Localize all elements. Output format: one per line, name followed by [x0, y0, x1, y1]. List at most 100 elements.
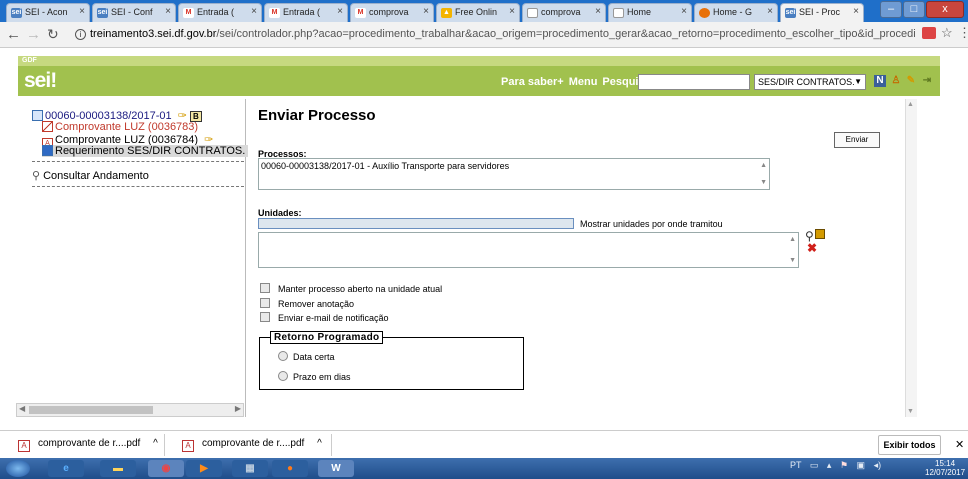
firefox-taskbar-icon[interactable]: ●: [272, 460, 308, 477]
remover-anotacao-option[interactable]: Remover anotação: [260, 298, 354, 309]
unidades-list[interactable]: ▲ ▼: [258, 232, 799, 268]
user-icon[interactable]: ♙: [890, 75, 902, 87]
close-tab-icon[interactable]: ×: [79, 6, 85, 17]
maximize-window-button[interactable]: □: [903, 1, 925, 18]
tray-arrow-icon[interactable]: ▴: [827, 460, 832, 470]
unidades-input[interactable]: [258, 218, 574, 229]
close-icon[interactable]: ✕: [955, 438, 964, 451]
browser-tab[interactable]: comprova ×: [522, 3, 606, 22]
select-group-icon[interactable]: [815, 229, 825, 239]
tree-document-item-selected[interactable]: Requerimento SES/DIR CONTRATOS.: [42, 145, 249, 157]
browser-tab-label: comprova: [541, 7, 581, 17]
scroll-up-icon[interactable]: ▲: [760, 162, 767, 169]
download-item[interactable]: Acomprovante de r....pdf ^: [18, 438, 158, 452]
scrollbar-thumb[interactable]: [29, 406, 153, 414]
ie-taskbar-icon[interactable]: e: [48, 460, 84, 477]
vertical-scrollbar[interactable]: ▲ ▼: [905, 99, 917, 417]
manter-aberto-option[interactable]: Manter processo aberto na unidade atual: [260, 283, 442, 294]
enviar-email-option[interactable]: Enviar e-mail de notificação: [260, 312, 389, 323]
tree-document-item[interactable]: Comprovante LUZ (0036783): [42, 121, 198, 133]
menu-dots-icon[interactable]: ⋮: [958, 25, 968, 41]
cancelled-doc-icon: [42, 121, 53, 132]
scroll-down-icon[interactable]: ▼: [760, 179, 767, 186]
close-tab-icon[interactable]: ×: [337, 6, 343, 17]
close-tab-icon[interactable]: ×: [509, 6, 515, 17]
enviar-button[interactable]: Enviar: [834, 132, 880, 148]
prazo-em-dias-option[interactable]: Prazo em dias: [278, 371, 351, 382]
clock[interactable]: 15:14 12/07/2017: [925, 459, 965, 477]
extension-icon[interactable]: [922, 27, 936, 39]
notes-icon[interactable]: N: [874, 75, 886, 87]
checkbox[interactable]: [260, 283, 270, 293]
browser-tab[interactable]: M comprova ×: [350, 3, 434, 22]
close-window-button[interactable]: x: [926, 1, 964, 18]
keyboard-icon[interactable]: ▭: [810, 460, 819, 470]
browser-tab-strip: sei SEI - Acon × sei SEI - Conf × M Entr…: [0, 0, 968, 22]
close-tab-icon[interactable]: ×: [423, 6, 429, 17]
info-icon[interactable]: i: [75, 29, 86, 40]
scroll-left-icon[interactable]: ◀: [19, 404, 25, 413]
browser-tab[interactable]: M Entrada ( ×: [178, 3, 262, 22]
language-indicator[interactable]: PT: [790, 460, 801, 470]
browser-tab[interactable]: sei SEI - Acon ×: [6, 3, 90, 22]
close-tab-icon[interactable]: ×: [165, 6, 171, 17]
chrome-taskbar-icon[interactable]: ◉: [148, 460, 184, 477]
checkbox[interactable]: [260, 312, 270, 322]
consultar-andamento-link[interactable]: ⚲ Consultar Andamento: [32, 169, 149, 182]
browser-tab[interactable]: sei SEI - Conf ×: [92, 3, 176, 22]
search-input[interactable]: [638, 74, 750, 90]
download-label: comprovante de r....pdf: [202, 438, 305, 449]
download-item[interactable]: Acomprovante de r....pdf ^: [182, 438, 322, 452]
unit-select[interactable]: SES/DIR CONTRATOS. ▼: [754, 74, 866, 90]
show-all-downloads-button[interactable]: Exibir todos: [878, 435, 941, 455]
volume-icon[interactable]: ◂): [874, 460, 882, 470]
folder-taskbar-icon[interactable]: ▬: [100, 460, 136, 477]
chevron-down-icon: ▼: [854, 77, 862, 86]
close-tab-icon[interactable]: ×: [251, 6, 257, 17]
chevron-up-icon[interactable]: ^: [317, 438, 322, 449]
start-button[interactable]: [6, 460, 30, 477]
radio-button[interactable]: [278, 351, 288, 361]
minimize-window-button[interactable]: –: [880, 1, 902, 18]
scroll-up-icon[interactable]: ▲: [907, 101, 914, 108]
scroll-down-icon[interactable]: ▼: [789, 257, 796, 264]
close-tab-icon[interactable]: ×: [595, 6, 601, 17]
browser-tab[interactable]: Home - G ×: [694, 3, 778, 22]
browser-tab[interactable]: Home ×: [608, 3, 692, 22]
network-icon[interactable]: ▣: [857, 460, 866, 470]
scroll-right-icon[interactable]: ▶: [235, 404, 241, 413]
reload-icon[interactable]: ↻: [47, 26, 59, 43]
close-tab-icon[interactable]: ×: [853, 6, 859, 17]
media-taskbar-icon[interactable]: ▶: [186, 460, 222, 477]
flag-icon[interactable]: ⚑: [840, 460, 848, 470]
browser-tab-active[interactable]: sei SEI - Proc ×: [780, 3, 864, 22]
data-certa-option[interactable]: Data certa: [278, 351, 335, 362]
para-saber-link[interactable]: Para saber+: [501, 76, 564, 88]
menu-link[interactable]: Menu: [569, 76, 598, 88]
remove-unidade-icon[interactable]: ✖: [807, 241, 817, 255]
browser-tab[interactable]: ▲ Free Onlin ×: [436, 3, 520, 22]
retorno-programado-group: Retorno Programado Data certa Prazo em d…: [259, 331, 524, 390]
radio-button[interactable]: [278, 371, 288, 381]
close-tab-icon[interactable]: ×: [767, 6, 773, 17]
bookmark-star-icon[interactable]: ☆: [941, 25, 953, 41]
checkbox[interactable]: [260, 298, 270, 308]
tools-icon[interactable]: ✎: [905, 75, 917, 87]
scroll-up-icon[interactable]: ▲: [789, 236, 796, 243]
close-tab-icon[interactable]: ×: [681, 6, 687, 17]
sei-logo[interactable]: sei!: [24, 69, 57, 93]
processos-list[interactable]: 00060-00003138/2017-01 - Auxílio Transpo…: [258, 158, 770, 190]
back-icon[interactable]: ←: [6, 26, 21, 43]
url-field[interactable]: i treinamento3.sei.df.gov.br/sei/controla…: [75, 25, 915, 44]
chevron-up-icon[interactable]: ^: [153, 438, 158, 449]
mostrar-unidades-link[interactable]: Mostrar unidades por onde tramitou: [580, 219, 723, 229]
scroll-down-icon[interactable]: ▼: [907, 408, 914, 415]
calculator-taskbar-icon[interactable]: ▦: [232, 460, 268, 477]
tree-document-label: Comprovante LUZ (0036783): [55, 121, 199, 133]
forward-icon[interactable]: →: [26, 26, 41, 43]
word-taskbar-icon[interactable]: W: [318, 460, 354, 477]
exit-icon[interactable]: ⇥: [921, 75, 933, 87]
document-favicon-icon: [527, 8, 538, 18]
horizontal-scrollbar[interactable]: ◀ ▶: [16, 403, 244, 417]
browser-tab[interactable]: M Entrada ( ×: [264, 3, 348, 22]
